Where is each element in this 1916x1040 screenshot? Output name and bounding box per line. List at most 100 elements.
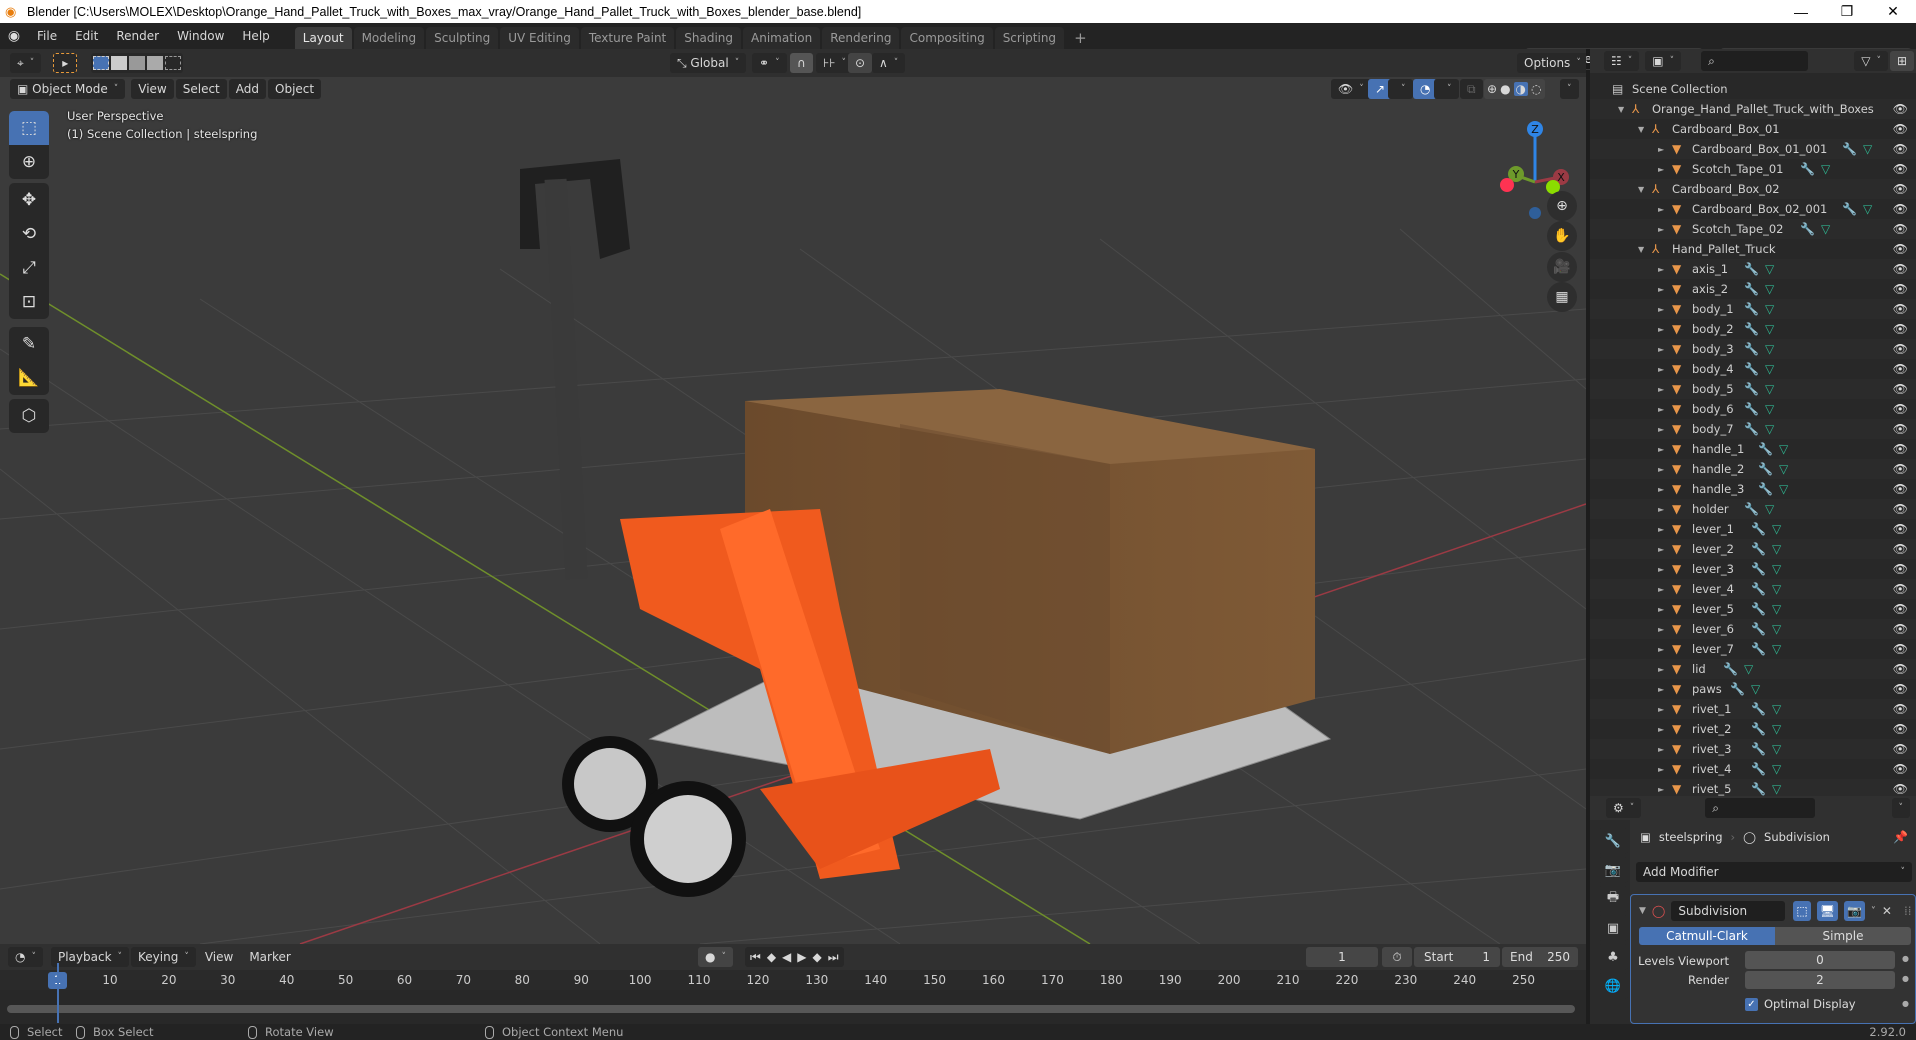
falloff-dropdown[interactable]: ∧ ˅: [872, 53, 906, 73]
outliner-item[interactable]: ► ▼ body_6 🔧 ▽ 👁: [1590, 399, 1916, 419]
modifier-wrench-icon[interactable]: 🔧: [1751, 702, 1766, 716]
outliner-item[interactable]: ► ▼ lever_3 🔧 ▽ 👁: [1590, 559, 1916, 579]
outliner-item[interactable]: ► ▼ paws 🔧 ▽ 👁: [1590, 679, 1916, 699]
menu-marker[interactable]: Marker: [242, 947, 297, 967]
tab-animation[interactable]: Animation: [743, 27, 821, 49]
mesh-data-icon[interactable]: ▽: [1772, 702, 1781, 716]
outliner-item[interactable]: ► ▼ body_2 🔧 ▽ 👁: [1590, 319, 1916, 339]
navigation-gizmo[interactable]: Z Y X: [1490, 109, 1586, 239]
modifier-wrench-icon[interactable]: 🔧: [1758, 462, 1773, 476]
visibility-eye-icon[interactable]: 👁: [1893, 322, 1908, 336]
outliner-item[interactable]: ► ▼ Scotch_Tape_02 🔧 ▽ 👁: [1590, 219, 1916, 239]
outliner-editor-type-icon[interactable]: ☷ ˅: [1604, 51, 1640, 71]
modifier-wrench-icon[interactable]: 🔧: [1744, 302, 1759, 316]
mesh-data-icon[interactable]: ▽: [1772, 782, 1781, 796]
render-tab-icon[interactable]: 📷: [1598, 857, 1628, 883]
outliner-search-input[interactable]: ⌕: [1701, 51, 1809, 71]
start-frame-field[interactable]: Start 1: [1414, 947, 1500, 967]
visibility-eye-icon[interactable]: 👁: [1893, 642, 1908, 656]
outliner-item[interactable]: ▼ ⅄ Orange_Hand_Pallet_Truck_with_Boxes 👁: [1590, 99, 1916, 119]
expand-arrow-icon[interactable]: ►: [1658, 565, 1664, 574]
menu-view[interactable]: View: [131, 79, 174, 99]
visibility-eye-icon[interactable]: 👁: [1893, 662, 1908, 676]
mesh-data-icon[interactable]: ▽: [1779, 482, 1788, 496]
visibility-eye-icon[interactable]: 👁: [1893, 502, 1908, 516]
menu-view-timeline[interactable]: View: [198, 947, 240, 967]
mesh-data-icon[interactable]: ▽: [1744, 662, 1753, 676]
wireframe-shading-icon[interactable]: ⊕: [1487, 82, 1497, 96]
keyframe-dot-icon[interactable]: ●: [1902, 974, 1909, 983]
menu-object[interactable]: Object: [268, 79, 322, 99]
visibility-eye-icon[interactable]: 👁: [1893, 382, 1908, 396]
outliner-item[interactable]: ► ▼ holder 🔧 ▽ 👁: [1590, 499, 1916, 519]
expand-arrow-icon[interactable]: ►: [1658, 485, 1664, 494]
remove-modifier-icon[interactable]: ✕: [1882, 904, 1892, 918]
modifier-wrench-icon[interactable]: 🔧: [1744, 342, 1759, 356]
scene-collection-row[interactable]: ▤ Scene Collection: [1590, 79, 1916, 99]
tab-uv-editing[interactable]: UV Editing: [500, 27, 579, 49]
play-icon[interactable]: ▶: [797, 950, 806, 964]
outliner-item[interactable]: ► ▼ lever_5 🔧 ▽ 👁: [1590, 599, 1916, 619]
render-levels-field[interactable]: 2: [1745, 971, 1895, 989]
expand-arrow-icon[interactable]: ►: [1658, 605, 1664, 614]
keyframe-dot-icon[interactable]: ●: [1902, 954, 1909, 963]
mesh-data-icon[interactable]: ▽: [1765, 282, 1774, 296]
play-reverse-icon[interactable]: ◀: [782, 950, 791, 964]
mesh-data-icon[interactable]: ▽: [1772, 762, 1781, 776]
expand-arrow-icon[interactable]: ►: [1658, 205, 1664, 214]
collapse-arrow-icon[interactable]: ▼: [1639, 906, 1646, 916]
properties-editor-type-icon[interactable]: ⚙ ˅: [1606, 798, 1642, 818]
visibility-eye-icon[interactable]: 👁: [1893, 462, 1908, 476]
outliner-item[interactable]: ► ▼ lever_4 🔧 ▽ 👁: [1590, 579, 1916, 599]
filter-dropdown[interactable]: ▽ ˅: [1854, 51, 1888, 71]
mesh-data-icon[interactable]: ▽: [1765, 302, 1774, 316]
expand-arrow-icon[interactable]: ►: [1658, 685, 1664, 694]
ortho-toggle-icon[interactable]: ▦: [1547, 282, 1577, 312]
solid-shading-icon[interactable]: ●: [1500, 82, 1510, 96]
mesh-data-icon[interactable]: ▽: [1765, 402, 1774, 416]
tab-texture-paint[interactable]: Texture Paint: [580, 27, 675, 49]
mode-set-icon[interactable]: [93, 56, 110, 70]
outliner-item[interactable]: ► ▼ rivet_3 🔧 ▽ 👁: [1590, 739, 1916, 759]
display-mode-dropdown[interactable]: ▣ ˅: [1645, 51, 1682, 71]
modifier-wrench-icon[interactable]: 🔧: [1751, 522, 1766, 536]
properties-options-dropdown[interactable]: ˅: [1891, 798, 1910, 818]
outliner-item[interactable]: ► ▼ rivet_1 🔧 ▽ 👁: [1590, 699, 1916, 719]
keying-dropdown[interactable]: Keying ˅: [131, 947, 196, 967]
mesh-data-icon[interactable]: ▽: [1765, 322, 1774, 336]
camera-view-icon[interactable]: 🎥: [1547, 252, 1577, 282]
tab-modeling[interactable]: Modeling: [353, 27, 425, 49]
end-frame-field[interactable]: End 250: [1502, 947, 1578, 967]
add-cube-tool-icon[interactable]: ⬡: [9, 399, 49, 433]
move-tool-icon[interactable]: ✥: [9, 183, 49, 217]
modifier-name-field[interactable]: Subdivision: [1671, 901, 1786, 921]
proportional-edit-icon[interactable]: ⊙: [848, 53, 873, 73]
expand-arrow-icon[interactable]: ►: [1658, 645, 1664, 654]
expand-arrow-icon[interactable]: ►: [1658, 465, 1664, 474]
expand-arrow-icon[interactable]: ►: [1658, 145, 1664, 154]
modifier-wrench-icon[interactable]: 🔧: [1751, 642, 1766, 656]
expand-arrow-icon[interactable]: ►: [1658, 665, 1664, 674]
modifier-wrench-icon[interactable]: 🔧: [1800, 162, 1815, 176]
visibility-eye-icon[interactable]: 👁: [1893, 482, 1908, 496]
collapse-arrow-icon[interactable]: ▼: [1618, 105, 1624, 114]
modifier-wrench-icon[interactable]: 🔧: [1744, 322, 1759, 336]
keyframe-dot-icon[interactable]: ●: [1902, 999, 1909, 1008]
menu-file[interactable]: File: [28, 29, 66, 43]
select-tool-icon[interactable]: ▸: [53, 53, 78, 73]
expand-arrow-icon[interactable]: ►: [1658, 365, 1664, 374]
render-toggle-icon[interactable]: 📷: [1843, 901, 1865, 921]
auto-keying-toggle[interactable]: ● ˅: [698, 947, 733, 967]
viewport-display-toggle-icon[interactable]: 🖥: [1816, 901, 1838, 921]
outliner-item[interactable]: ► ▼ rivet_4 🔧 ▽ 👁: [1590, 759, 1916, 779]
modifier-wrench-icon[interactable]: 🔧: [1744, 262, 1759, 276]
gizmo-dropdown[interactable]: ˅: [1388, 79, 1413, 99]
pivot-point-dropdown[interactable]: ⚭ ˅: [752, 53, 787, 73]
tab-layout[interactable]: Layout: [294, 27, 352, 49]
blender-menu-icon[interactable]: ◉: [0, 28, 28, 44]
rotate-tool-icon[interactable]: ⟲: [9, 217, 49, 251]
modifier-wrench-icon[interactable]: 🔧: [1751, 542, 1766, 556]
visibility-eye-icon[interactable]: 👁: [1893, 602, 1908, 616]
outliner-item[interactable]: ► ▼ lever_7 🔧 ▽ 👁: [1590, 639, 1916, 659]
measure-tool-icon[interactable]: 📐: [9, 361, 49, 395]
